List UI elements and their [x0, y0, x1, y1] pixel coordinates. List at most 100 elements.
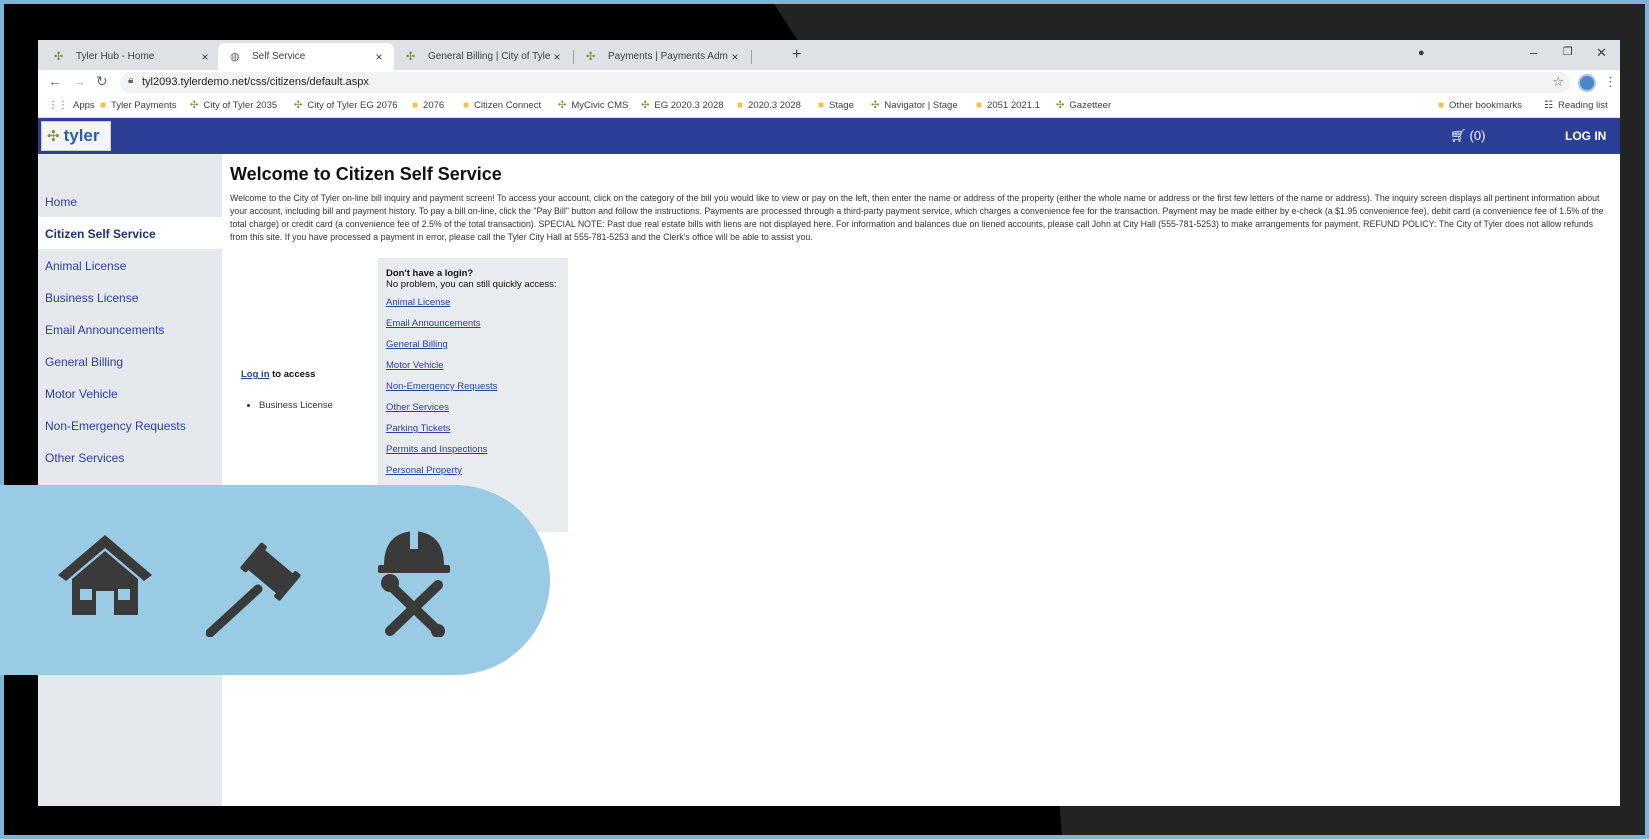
tab-close-icon[interactable]: × — [372, 50, 386, 64]
folder-icon: ■ — [463, 100, 470, 111]
tab-close-icon[interactable]: × — [728, 50, 742, 64]
quick-access-title: Don't have a login? — [386, 268, 474, 279]
tyler-icon: ✣ — [558, 100, 567, 111]
sidebar-item-home[interactable]: Home — [38, 185, 222, 217]
welcome-text: Welcome to the City of Tyler on-line bil… — [230, 193, 1604, 242]
bookmark-stage[interactable]: ■ Stage — [818, 100, 854, 111]
bookmark-label: Citizen Connect — [474, 100, 542, 111]
bookmark-label: Apps — [73, 100, 95, 111]
bookmark-gazetteer[interactable]: ✣ Gazetteer — [1056, 100, 1111, 111]
reload-icon[interactable]: ↻ — [96, 73, 108, 90]
login-button[interactable]: LOG IN — [1565, 129, 1606, 143]
tab-close-icon[interactable]: × — [198, 50, 212, 64]
page-title: Welcome to Citizen Self Service — [230, 164, 502, 184]
folder-icon: ■ — [818, 100, 825, 111]
sidebar-nav: Home Citizen Self Service Animal License… — [38, 185, 222, 473]
bookmark-label: Gazetteer — [1069, 100, 1112, 111]
quick-link-other-services[interactable]: Other Services — [386, 402, 560, 423]
globe-icon: ◍ — [230, 51, 240, 63]
sidebar-item-non-emergency-requests[interactable]: Non-Emergency Requests — [38, 409, 222, 441]
login-required-list: Business License — [259, 400, 333, 411]
tab-strip: ✣ Tyler Hub - Home × ◍ Self Service × ✣ … — [38, 40, 1620, 70]
quick-link-general-billing[interactable]: General Billing — [386, 339, 560, 360]
bookmark-label: 2051 2021.1 — [987, 100, 1040, 111]
bookmark-city-of-tyler-eg-2076[interactable]: ✣ City of Tyler EG 2076 — [294, 100, 398, 111]
restore-button[interactable]: ❐ — [1563, 45, 1573, 58]
bookmarks-bar: ⋮⋮ Apps ■ Tyler Payments ✣ City of Tyler 20… — [38, 96, 1620, 118]
tab-search-icon[interactable]: ● — [1418, 47, 1425, 59]
house-icon — [58, 535, 152, 615]
cart-icon: 🛒︎ — [1450, 128, 1467, 143]
gavel-icon — [206, 542, 301, 637]
forward-arrow-icon[interactable]: → — [72, 73, 86, 89]
sidebar-item-other-services[interactable]: Other Services — [38, 441, 222, 473]
tab-general-billing[interactable]: ✣ General Billing | City of Tyler × — [394, 43, 572, 70]
bookmark-2051-2021-1[interactable]: ■ 2051 2021.1 — [976, 100, 1040, 111]
bookmark-2020-3-2028[interactable]: ■ 2020.3 2028 — [737, 100, 801, 111]
bookmark-label: EG 2020.3 2028 — [654, 100, 724, 111]
bookmark-tyler-payments[interactable]: ■ Tyler Payments — [100, 100, 177, 111]
tab-separator — [751, 50, 752, 64]
close-window-button[interactable]: ✕ — [1596, 45, 1607, 61]
main-content: Welcome to Citizen Self Service Welcome … — [222, 154, 1620, 806]
tab-tyler-hub[interactable]: ✣ Tyler Hub - Home × — [42, 43, 220, 70]
tyler-favicon-icon: ✣ — [586, 51, 596, 63]
login-note: Log in to access — [241, 369, 315, 380]
list-item: Business License — [259, 400, 333, 411]
monitor-frame: ✣ Tyler Hub - Home × ◍ Self Service × ✣ … — [4, 4, 1645, 835]
sidebar-item-motor-vehicle[interactable]: Motor Vehicle — [38, 377, 222, 409]
profile-avatar[interactable] — [1578, 74, 1596, 92]
minimize-button[interactable]: – — [1530, 45, 1537, 60]
tab-title: Payments | Payments Administrat — [608, 51, 728, 62]
tab-self-service[interactable]: ◍ Self Service × — [218, 43, 394, 70]
tyler-favicon-icon: ✣ — [54, 51, 64, 63]
bookmark-star-icon[interactable]: ☆ — [1552, 74, 1564, 90]
address-bar[interactable]: 🔒︎ tyl2093.tylerdemo.net/css/citizens/de… — [120, 72, 1570, 93]
tyler-icon: ✣ — [294, 100, 303, 111]
bookmark-label: Tyler Payments — [111, 100, 177, 111]
bookmark-mycivic-cms[interactable]: ✣ MyCivic CMS — [558, 100, 628, 111]
tyler-icon: ✣ — [641, 100, 650, 111]
sidebar-item-business-license[interactable]: Business License — [38, 281, 222, 313]
bookmark-other-bookmarks[interactable]: ■ Other bookmarks — [1438, 100, 1522, 111]
bookmark-city-of-tyler-2035[interactable]: ✣ City of Tyler 2035 — [190, 100, 277, 111]
quick-link-motor-vehicle[interactable]: Motor Vehicle — [386, 360, 560, 381]
site-header: ✣ tyler 🛒︎ (0) LOG IN — [38, 118, 1620, 154]
bookmark-label: 2020.3 2028 — [748, 100, 801, 111]
login-suffix: to access — [272, 369, 316, 380]
bookmark-2076[interactable]: ■ 2076 — [412, 100, 444, 111]
sidebar-item-citizen-self-service[interactable]: Citizen Self Service — [38, 217, 222, 249]
bookmark-navigator-stage[interactable]: ✣ Navigator | Stage — [871, 100, 958, 111]
tab-payments[interactable]: ✣ Payments | Payments Administrat × — [574, 43, 750, 70]
sidebar-item-general-billing[interactable]: General Billing — [38, 345, 222, 377]
bookmark-reading-list[interactable]: ☷ Reading list — [1544, 100, 1608, 111]
quick-link-personal-property[interactable]: Personal Property — [386, 465, 560, 486]
login-link[interactable]: Log in — [241, 369, 270, 380]
folder-icon: ■ — [976, 100, 983, 111]
tyler-icon: ✣ — [190, 100, 199, 111]
bookmark-label: City of Tyler 2035 — [203, 100, 278, 111]
tyler-favicon-icon: ✣ — [406, 51, 416, 63]
tab-title: General Billing | City of Tyler — [428, 51, 550, 62]
tyler-logo[interactable]: ✣ tyler — [41, 121, 111, 151]
browser-window: ✣ Tyler Hub - Home × ◍ Self Service × ✣ … — [38, 40, 1620, 806]
sidebar-item-email-announcements[interactable]: Email Announcements — [38, 313, 222, 345]
tab-title: Tyler Hub - Home — [76, 51, 155, 62]
quick-link-permits-and-inspections[interactable]: Permits and Inspections — [386, 444, 560, 465]
bookmark-eg-2020-3-2028[interactable]: ✣ EG 2020.3 2028 — [641, 100, 724, 111]
folder-icon: ■ — [100, 100, 107, 111]
quick-link-non-emergency-requests[interactable]: Non-Emergency Requests — [386, 381, 560, 402]
bookmark-citizen-connect[interactable]: ■ Citizen Connect — [463, 100, 541, 111]
browser-menu-icon[interactable]: ⋮ — [1604, 74, 1617, 90]
quick-link-email-announcements[interactable]: Email Announcements — [386, 318, 560, 339]
address-url[interactable]: tyl2093.tylerdemo.net/css/citizens/defau… — [142, 76, 369, 88]
back-arrow-icon[interactable]: ← — [48, 73, 62, 89]
new-tab-button[interactable]: + — [792, 46, 801, 64]
cart-count: (0) — [1469, 128, 1486, 143]
bookmark-apps[interactable]: ⋮⋮ Apps — [48, 100, 95, 111]
quick-link-parking-tickets[interactable]: Parking Tickets — [386, 423, 560, 444]
sidebar-item-animal-license[interactable]: Animal License — [38, 249, 222, 281]
quick-link-animal-license[interactable]: Animal License — [386, 297, 560, 318]
cart-button[interactable]: 🛒︎ (0) — [1450, 128, 1485, 144]
tab-close-icon[interactable]: × — [550, 50, 564, 64]
